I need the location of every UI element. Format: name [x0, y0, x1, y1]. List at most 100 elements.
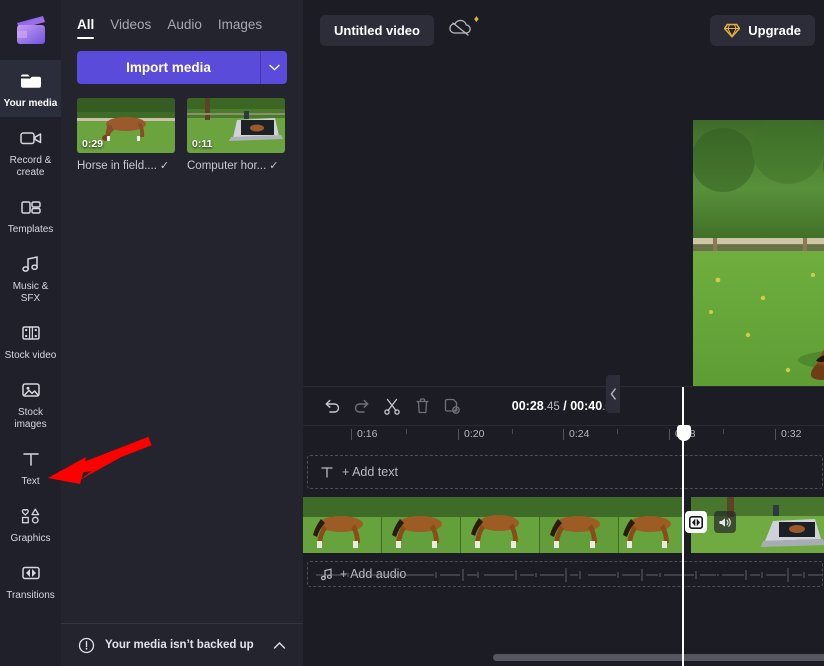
- timeline-toolbar: 00:28.45 / 00:40.07: [303, 387, 824, 425]
- media-panel: All Videos Audio Images Import media: [61, 0, 303, 666]
- backup-notice-bar[interactable]: Your media isn’t backed up: [61, 623, 303, 666]
- add-text-track[interactable]: + Add text: [307, 455, 823, 489]
- ruler-tick-minor: [512, 429, 513, 434]
- chevron-down-icon: [269, 64, 280, 71]
- clipchamp-video-editor: Your media Record & create Templates Mus…: [0, 0, 824, 666]
- import-media-dropdown-button[interactable]: [260, 51, 287, 84]
- playhead-handle[interactable]: [677, 425, 691, 441]
- left-sidebar: Your media Record & create Templates Mus…: [0, 0, 61, 666]
- timeline: 00:28.45 / 00:40.07 0:16 0:20 0:24 0:28 …: [303, 386, 824, 666]
- ruler-tick: 0:20: [458, 429, 459, 440]
- undo-arrow-icon: [323, 398, 341, 414]
- media-name-row: Horse in field.... ✓: [77, 159, 175, 172]
- video-track[interactable]: [303, 497, 824, 553]
- top-bar: Untitled video ♦ Upgrade: [303, 0, 824, 60]
- media-name-row: Computer hor... ✓: [187, 159, 285, 172]
- media-thumbnail[interactable]: 0:29: [77, 98, 175, 153]
- preview-area: 5 5: [303, 60, 824, 386]
- timeline-ruler[interactable]: 0:16 0:20 0:24 0:28 0:32: [303, 425, 824, 447]
- transition-icon: [689, 516, 703, 529]
- redo-arrow-icon: [353, 398, 371, 414]
- speaker-icon: [718, 516, 732, 529]
- backup-notice-text: Your media isn’t backed up: [105, 639, 263, 651]
- time-separator: /: [563, 399, 566, 413]
- sidebar-item-transitions[interactable]: Transitions: [0, 552, 61, 609]
- sidebar-item-record-create[interactable]: Record & create: [0, 117, 61, 186]
- import-media-row: Import media: [61, 39, 303, 84]
- delete-button[interactable]: [407, 391, 437, 421]
- sidebar-label: Music & SFX: [2, 281, 59, 305]
- timeline-scrollbar[interactable]: [303, 654, 824, 662]
- timeline-tracks: + Add text: [303, 455, 824, 587]
- collapse-panel-button[interactable]: [606, 375, 620, 413]
- duplicate-button[interactable]: [437, 391, 467, 421]
- check-icon: ✓: [269, 159, 278, 172]
- media-item-horse-in-field[interactable]: 0:29 Horse in field.... ✓: [77, 98, 175, 172]
- current-time-frac: .45: [544, 401, 560, 413]
- media-items-grid: 0:29 Horse in field.... ✓: [61, 84, 303, 172]
- transition-badge-button[interactable]: [685, 511, 707, 533]
- trash-icon: [414, 397, 431, 415]
- folder-icon: [18, 69, 44, 93]
- ruler-tick: 0:16: [351, 429, 352, 440]
- media-duration: 0:29: [82, 138, 103, 150]
- tab-audio[interactable]: Audio: [167, 17, 202, 39]
- clip-audio-button[interactable]: [714, 511, 736, 533]
- sidebar-item-templates[interactable]: Templates: [0, 186, 61, 243]
- scissors-icon: [383, 397, 401, 415]
- timeline-scrollbar-thumb[interactable]: [493, 654, 824, 661]
- image-icon: [18, 378, 44, 402]
- sidebar-label: Text: [21, 476, 39, 488]
- ruler-tick-label: 0:16: [357, 428, 377, 440]
- video-preview[interactable]: [693, 120, 824, 393]
- horse-grazing-preview-image: [693, 120, 824, 393]
- tab-images[interactable]: Images: [218, 17, 262, 39]
- media-item-name: Computer hor...: [187, 160, 266, 172]
- sidebar-label: Stock video: [5, 350, 57, 362]
- clip-badges: [685, 511, 736, 533]
- clapperboard-logo-icon: [13, 12, 49, 48]
- redo-button[interactable]: [347, 391, 377, 421]
- diamond-icon: [724, 23, 740, 38]
- add-audio-track[interactable]: + Add audio: [307, 561, 823, 587]
- media-tabs: All Videos Audio Images: [61, 0, 303, 39]
- sidebar-item-graphics[interactable]: Graphics: [0, 495, 61, 552]
- sidebar-label: Record & create: [2, 155, 59, 179]
- sidebar-label: Stock images: [2, 407, 59, 431]
- sidebar-item-stock-video[interactable]: Stock video: [0, 312, 61, 369]
- templates-icon: [18, 195, 44, 219]
- sidebar-item-stock-images[interactable]: Stock images: [0, 369, 61, 438]
- undo-button[interactable]: [317, 391, 347, 421]
- cloud-off-status[interactable]: ♦: [448, 17, 478, 43]
- media-item-computer-horse[interactable]: 0:11 Computer hor... ✓: [187, 98, 285, 172]
- check-icon: ✓: [160, 159, 169, 172]
- editor-main: Untitled video ♦ Upgrade: [303, 0, 824, 666]
- chevron-up-icon[interactable]: [273, 641, 286, 650]
- chevron-left-icon: [610, 388, 617, 400]
- ruler-tick-label: 0:24: [569, 428, 589, 440]
- shapes-icon: [18, 504, 44, 528]
- text-t-icon: [320, 465, 334, 479]
- upgrade-button[interactable]: Upgrade: [710, 15, 815, 46]
- ruler-tick: 0:24: [563, 429, 564, 440]
- split-button[interactable]: [377, 391, 407, 421]
- sidebar-item-text[interactable]: Text: [0, 438, 61, 495]
- cloud-off-icon: [448, 17, 476, 39]
- app-logo[interactable]: [0, 0, 61, 60]
- total-time: 00:40: [570, 399, 602, 413]
- upgrade-label: Upgrade: [748, 23, 801, 38]
- sidebar-label: Your media: [4, 98, 58, 110]
- sidebar-label: Transitions: [6, 590, 55, 602]
- project-title[interactable]: Untitled video: [320, 15, 434, 46]
- tab-all[interactable]: All: [77, 17, 94, 39]
- ruler-tick-minor: [723, 429, 724, 434]
- sidebar-label: Graphics: [10, 533, 50, 545]
- add-text-label: + Add text: [342, 465, 398, 479]
- sidebar-item-your-media[interactable]: Your media: [0, 60, 61, 117]
- media-thumbnail[interactable]: 0:11: [187, 98, 285, 153]
- sidebar-item-music-sfx[interactable]: Music & SFX: [0, 243, 61, 312]
- tab-videos[interactable]: Videos: [110, 17, 151, 39]
- ruler-tick-label: 0:32: [781, 428, 801, 440]
- import-media-button[interactable]: Import media: [77, 51, 260, 84]
- media-item-name: Horse in field....: [77, 160, 157, 172]
